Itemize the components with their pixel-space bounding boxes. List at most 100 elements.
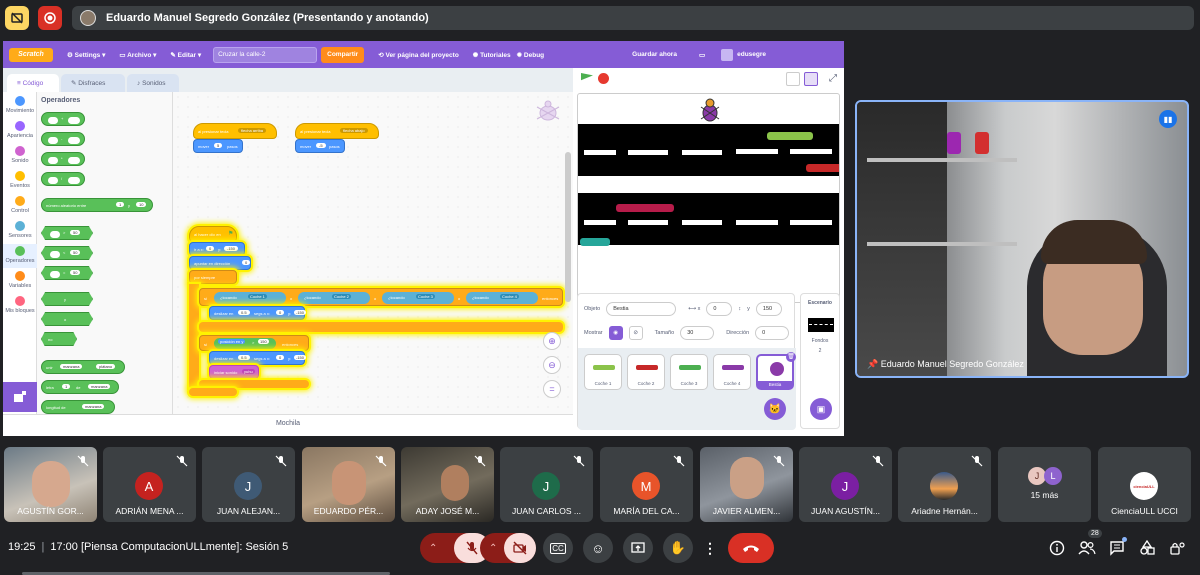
participant-tile[interactable]: J JUAN ALEJAN... bbox=[202, 447, 295, 522]
participant-tile[interactable]: J JUAN CARLOS ... bbox=[500, 447, 593, 522]
code-workspace[interactable]: al presionar tecla flecha arriba mover 5… bbox=[173, 92, 573, 414]
share-button[interactable]: Compartir bbox=[321, 46, 365, 63]
divide-block[interactable]: / bbox=[41, 172, 85, 186]
category-variables[interactable]: Variables bbox=[3, 271, 37, 289]
length-of-block[interactable]: longitud de manzana bbox=[41, 400, 115, 414]
toggle-camera-button[interactable] bbox=[504, 533, 536, 563]
reactions-button[interactable]: ☺ bbox=[583, 533, 613, 563]
choose-backdrop-button[interactable]: ▣ bbox=[810, 398, 832, 420]
category-operators[interactable]: Operadores bbox=[3, 244, 37, 268]
stop-button[interactable] bbox=[598, 73, 609, 84]
hide-visible-icon[interactable]: ⊘ bbox=[628, 326, 643, 340]
scratch-logo[interactable]: Scratch bbox=[9, 47, 53, 62]
when-key-pressed-down-block[interactable]: al presionar tecla flecha abajo bbox=[295, 123, 379, 139]
x-input[interactable]: 0 bbox=[706, 302, 733, 316]
debug-button[interactable]: ✹ Debug bbox=[517, 51, 545, 59]
more-participants-tile[interactable]: J L 15 más bbox=[998, 447, 1091, 522]
go-to-xy-block[interactable]: ir a x: 0 y: -150 bbox=[189, 242, 245, 256]
large-stage-button[interactable] bbox=[804, 72, 818, 86]
meeting-details-button[interactable] bbox=[1046, 537, 1068, 559]
participant-tile[interactable]: M MARÍA DEL CA... bbox=[600, 447, 693, 522]
camera-control[interactable]: ⌃ bbox=[480, 533, 536, 563]
move-steps-block[interactable]: mover -5 pasos bbox=[295, 139, 345, 153]
when-key-pressed-up-block[interactable]: al presionar tecla flecha arriba bbox=[193, 123, 277, 139]
user-menu[interactable]: edusegre bbox=[721, 48, 766, 61]
forever-block[interactable]: por siempre bbox=[189, 270, 237, 284]
participant-tile[interactable]: cienciaULL CienciaULL UCCI bbox=[1098, 447, 1191, 522]
or-block[interactable]: o bbox=[41, 312, 93, 326]
see-project-page-link[interactable]: ⟲ Ver página del proyecto bbox=[378, 51, 459, 59]
sprite-thumb-beetle[interactable]: Bestia 🗑 bbox=[756, 352, 796, 390]
fullscreen-icon[interactable]: ⤢ bbox=[826, 72, 840, 86]
choose-sprite-button[interactable]: 🐱 bbox=[764, 398, 786, 420]
category-events[interactable]: Eventos bbox=[3, 171, 37, 189]
join-block[interactable]: unir manzana plátano bbox=[41, 360, 125, 374]
y-input[interactable]: 150 bbox=[755, 302, 782, 316]
glide-block[interactable]: deslizar en 0.5 segs a x: 0 y: -150 bbox=[209, 351, 307, 365]
menu-file[interactable]: ▭ Archivo ▾ bbox=[119, 51, 156, 59]
tutorials-button[interactable]: ✺ Tutoriales bbox=[473, 51, 511, 59]
tab-costumes[interactable]: ✎ Disfraces bbox=[61, 74, 125, 92]
size-input[interactable]: 30 bbox=[680, 326, 715, 340]
participant-tile[interactable]: JAVIER ALMEN... bbox=[700, 447, 793, 522]
category-control[interactable]: Control bbox=[3, 196, 37, 214]
stage[interactable] bbox=[577, 93, 840, 303]
zoom-reset-button[interactable]: = bbox=[543, 380, 561, 398]
leave-call-button[interactable] bbox=[728, 533, 774, 563]
zoom-out-button[interactable]: ⊖ bbox=[543, 356, 561, 374]
participant-tile[interactable]: AGUSTÍN GOR... bbox=[4, 447, 97, 522]
hide-self-view-button[interactable] bbox=[5, 6, 29, 30]
delete-sprite-icon[interactable]: 🗑 bbox=[786, 352, 796, 362]
save-now-button[interactable]: Guardar ahora bbox=[632, 51, 677, 58]
multiply-block[interactable]: * bbox=[41, 152, 85, 166]
workspace-scrollbar[interactable] bbox=[565, 152, 571, 302]
tab-code[interactable]: ≡ Código bbox=[7, 74, 59, 92]
host-controls-button[interactable] bbox=[1166, 537, 1188, 559]
glide-block[interactable]: deslizar en 0.5 segs a x: 0 y: -150 bbox=[209, 306, 307, 320]
less-than-block[interactable]: <50 bbox=[41, 246, 93, 260]
zoom-in-button[interactable]: ⊕ bbox=[543, 332, 561, 350]
participant-tile[interactable]: A ADRIÁN MENA ... bbox=[103, 447, 196, 522]
project-title-input[interactable]: Cruzar la calle-2 bbox=[213, 46, 318, 63]
sprite-thumb-car2[interactable]: Coche 2 bbox=[627, 354, 665, 390]
category-sound[interactable]: Sonido bbox=[3, 146, 37, 164]
chat-button[interactable] bbox=[1106, 537, 1128, 559]
if-position-block[interactable]: si posición en y > 150 entonces bbox=[199, 335, 309, 351]
participant-tile[interactable]: Ariadne Hernán... bbox=[898, 447, 991, 522]
people-button[interactable]: 28 bbox=[1076, 529, 1102, 559]
if-touching-block[interactable]: si ¿tocando Coche 1 o ¿tocando Coche 2 o… bbox=[199, 288, 563, 306]
category-motion[interactable]: Movimiento bbox=[3, 96, 37, 114]
raise-hand-button[interactable]: ✋ bbox=[663, 533, 693, 563]
captions-button[interactable]: CC bbox=[543, 533, 573, 563]
when-flag-clicked-block[interactable]: al hacer clic en ⚑ bbox=[189, 226, 237, 242]
tab-sounds[interactable]: ♪ Sonidos bbox=[127, 74, 179, 92]
activities-button[interactable] bbox=[1136, 537, 1158, 559]
category-my-blocks[interactable]: Mis bloques bbox=[3, 296, 37, 314]
stage-panel[interactable]: Escenario Fondos 2 ▣ bbox=[800, 293, 840, 429]
sprite-thumb-car4[interactable]: Coche 4 bbox=[713, 354, 751, 390]
move-steps-block[interactable]: mover 5 pasos bbox=[193, 139, 243, 153]
recording-button[interactable] bbox=[38, 6, 62, 30]
letter-of-block[interactable]: letra 1 de manzana bbox=[41, 380, 119, 394]
start-sound-block[interactable]: iniciar sonido yuhu bbox=[209, 365, 259, 379]
participant-tile[interactable]: EDUARDO PÉR... bbox=[302, 447, 395, 522]
sprite-name-input[interactable]: Bestia bbox=[606, 302, 677, 316]
sprite-thumb-car3[interactable]: Coche 3 bbox=[670, 354, 708, 390]
and-block[interactable]: y bbox=[41, 292, 93, 306]
greater-than-block[interactable]: >50 bbox=[41, 226, 93, 240]
menu-settings[interactable]: ⚙ Settings ▾ bbox=[67, 51, 105, 59]
participant-tile[interactable]: ADAY JOSÉ M... bbox=[401, 447, 494, 522]
subtract-block[interactable]: - bbox=[41, 132, 85, 146]
small-stage-button[interactable] bbox=[786, 72, 800, 86]
menu-edit[interactable]: ✎ Editar ▾ bbox=[170, 51, 201, 59]
backpack-bar[interactable]: Mochila bbox=[3, 414, 573, 432]
not-block[interactable]: no bbox=[41, 332, 77, 346]
add-block[interactable]: + bbox=[41, 112, 85, 126]
show-visible-icon[interactable]: ◉ bbox=[608, 326, 623, 340]
category-sensing[interactable]: Sensores bbox=[3, 221, 37, 239]
my-stuff-folder-icon[interactable]: ▭ bbox=[699, 51, 705, 59]
equals-block[interactable]: = 50 bbox=[41, 266, 93, 280]
green-flag-button[interactable] bbox=[581, 73, 593, 81]
random-block[interactable]: número aleatorio entre 1 y 10 bbox=[41, 198, 153, 212]
participant-tile[interactable]: J JUAN AGUSTÍN... bbox=[799, 447, 892, 522]
